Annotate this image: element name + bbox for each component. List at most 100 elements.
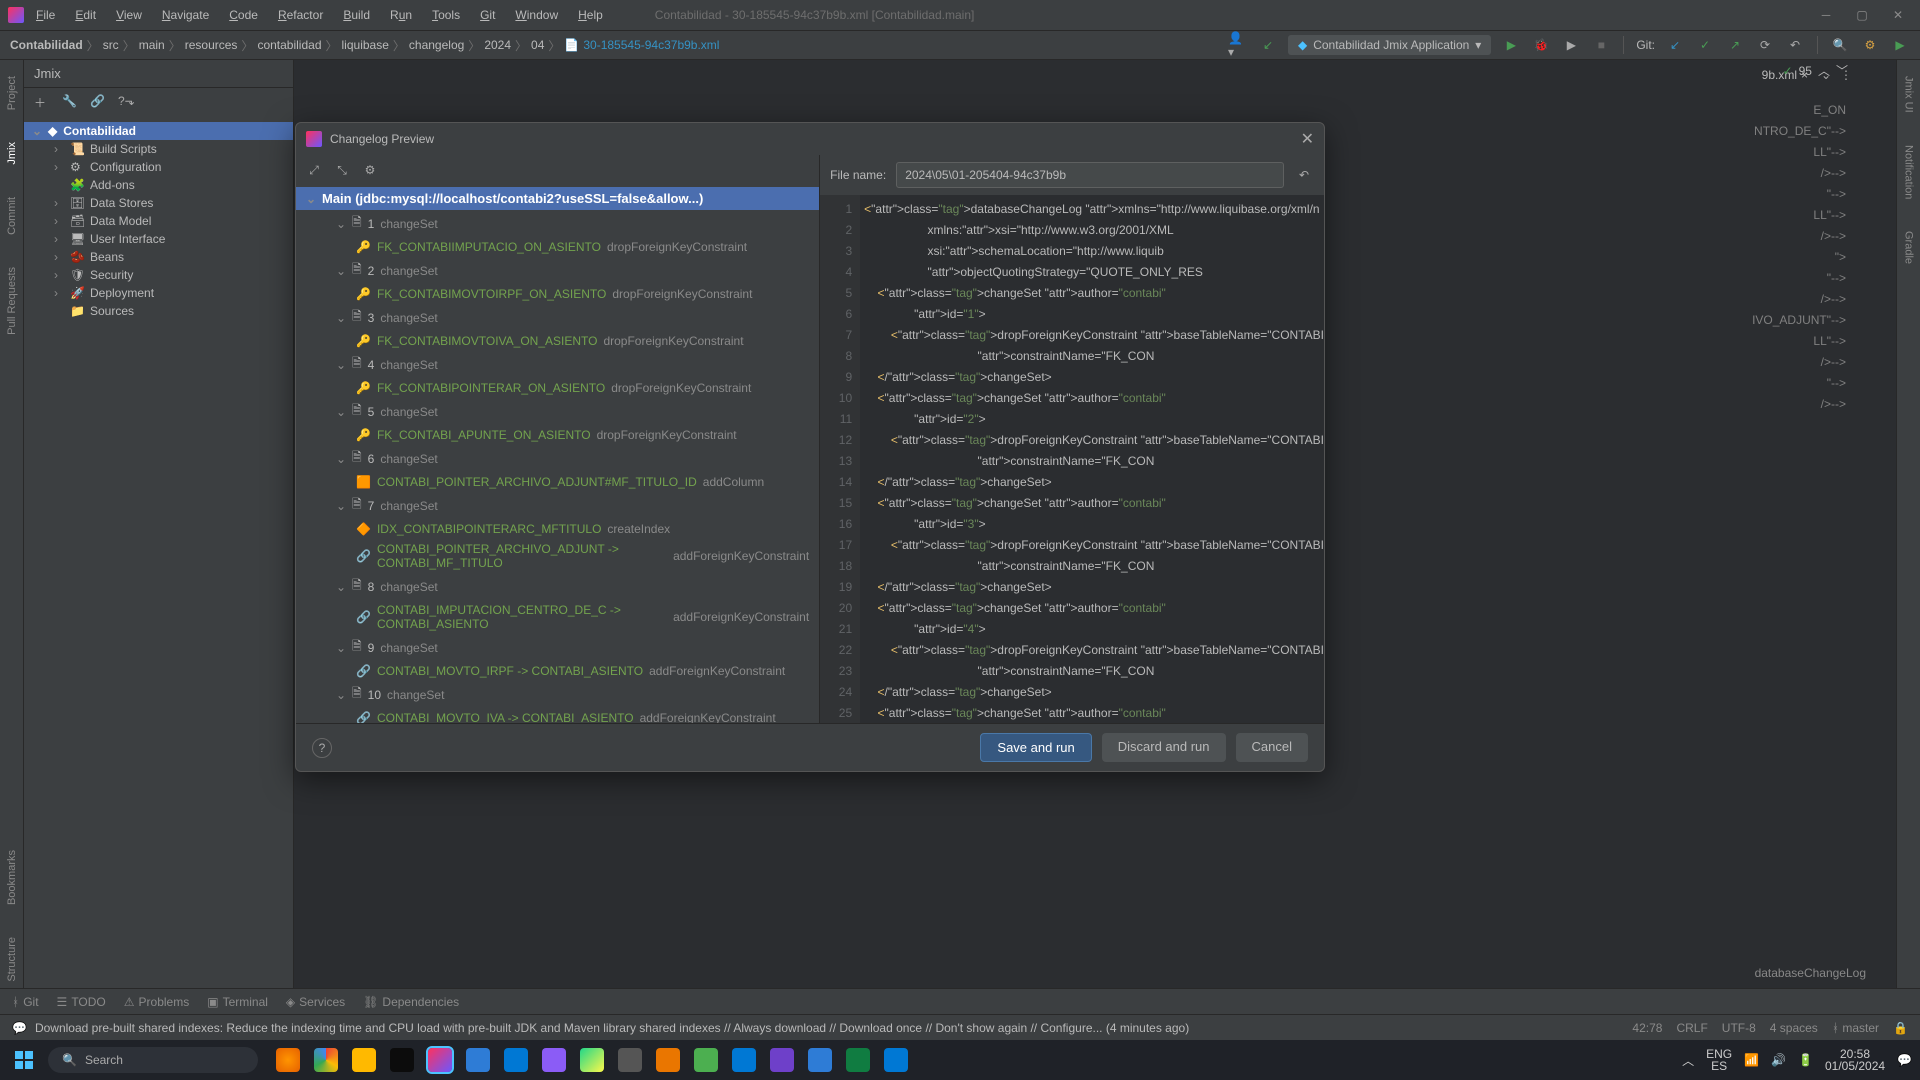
breadcrumb[interactable]: Contabilidad〉 src〉 main〉 resources〉 cont…: [10, 37, 719, 54]
cancel-button[interactable]: Cancel: [1236, 733, 1308, 762]
app-icon[interactable]: [808, 1048, 832, 1072]
add-icon[interactable]: ＋: [34, 94, 52, 112]
status-message[interactable]: Download pre-built shared indexes: Reduc…: [35, 1021, 1189, 1035]
rollback-icon[interactable]: ↶: [1785, 35, 1805, 55]
minimize-icon[interactable]: ─: [1812, 5, 1840, 25]
changeset-child[interactable]: 🔗 CONTABI_IMPUTACION_CENTRO_DE_C -> CONT…: [296, 600, 819, 634]
menu-view[interactable]: View: [108, 4, 150, 26]
filename-input[interactable]: [896, 162, 1284, 188]
chevron-down-icon[interactable]: ﹀: [1836, 62, 1848, 79]
jmix-run-icon[interactable]: ▶: [1890, 35, 1910, 55]
volume-icon[interactable]: 🔊: [1771, 1053, 1786, 1067]
explorer-icon[interactable]: [352, 1048, 376, 1072]
tree-node[interactable]: ›🚀Deployment: [24, 284, 293, 302]
tab-todo[interactable]: ☰TODO: [57, 995, 106, 1009]
gutter-commit[interactable]: Commit: [6, 191, 18, 241]
gutter-pull-requests[interactable]: Pull Requests: [6, 261, 18, 341]
tree-node[interactable]: 🧩Add-ons: [24, 176, 293, 194]
collapse-icon[interactable]: ⤡: [332, 160, 352, 180]
menu-run[interactable]: Run: [382, 4, 420, 26]
changeset-child[interactable]: 🔑 FK_CONTABIIMPUTACIO_ON_ASIENTO dropFor…: [296, 237, 819, 257]
changeset-child[interactable]: 🟧 CONTABI_POINTER_ARCHIVO_ADJUNT#MF_TITU…: [296, 472, 819, 492]
maximize-icon[interactable]: ▢: [1848, 5, 1876, 25]
menu-refactor[interactable]: Refactor: [270, 4, 331, 26]
vscode-icon[interactable]: [732, 1048, 756, 1072]
tree-node[interactable]: ›⚙Configuration: [24, 158, 293, 176]
cs-main[interactable]: ⌄Main (jdbc:mysql://localhost/contabi2?u…: [296, 187, 819, 210]
search-icon[interactable]: 🔍: [1830, 35, 1850, 55]
tree-node[interactable]: ›🖥User Interface: [24, 230, 293, 248]
app-icon[interactable]: [504, 1048, 528, 1072]
start-button[interactable]: [8, 1044, 40, 1076]
menu-navigate[interactable]: Navigate: [154, 4, 217, 26]
gutter-jmix-ui[interactable]: Jmix UI: [1903, 70, 1915, 119]
encoding[interactable]: UTF-8: [1722, 1021, 1756, 1035]
calculator-icon[interactable]: [884, 1048, 908, 1072]
user-icon[interactable]: 👤▾: [1228, 35, 1248, 55]
changeset-node[interactable]: ⌄🗎 8 changeSet: [296, 573, 819, 600]
tab-terminal[interactable]: ▣Terminal: [207, 995, 268, 1009]
changeset-node[interactable]: ⌄🗎 6 changeSet: [296, 445, 819, 472]
tab-problems[interactable]: ⚠Problems: [124, 995, 189, 1009]
line-ending[interactable]: CRLF: [1676, 1021, 1707, 1035]
changeset-node[interactable]: ⌄🗎 9 changeSet: [296, 634, 819, 661]
changeset-node[interactable]: ⌄🗎 10 changeSet: [296, 681, 819, 708]
battery-icon[interactable]: 🔋: [1798, 1053, 1813, 1067]
menu-code[interactable]: Code: [221, 4, 266, 26]
app-icon[interactable]: [466, 1048, 490, 1072]
indent[interactable]: 4 spaces: [1770, 1021, 1818, 1035]
help-icon[interactable]: ?: [312, 738, 332, 758]
link-icon[interactable]: 🔗: [90, 94, 108, 112]
changeset-child[interactable]: 🔑 FK_CONTABIMOVTOIVA_ON_ASIENTO dropFore…: [296, 331, 819, 351]
gutter-gradle[interactable]: Gradle: [1903, 225, 1915, 270]
menu-build[interactable]: Build: [335, 4, 378, 26]
changeset-node[interactable]: ⌄🗎 7 changeSet: [296, 492, 819, 519]
changeset-child[interactable]: 🔑 FK_CONTABIMOVTOIRPF_ON_ASIENTO dropFor…: [296, 284, 819, 304]
menu-help[interactable]: Help: [570, 4, 611, 26]
coverage-icon[interactable]: ▶: [1561, 35, 1581, 55]
changeset-child[interactable]: 🔗 CONTABI_MOVTO_IVA -> CONTABI_ASIENTO a…: [296, 708, 819, 723]
crumb[interactable]: 2024: [484, 38, 511, 52]
tree-node[interactable]: ›🗃Data Model: [24, 212, 293, 230]
gear-icon[interactable]: ⚙: [360, 160, 380, 180]
tree-node[interactable]: ›🛡Security: [24, 266, 293, 284]
save-and-run-button[interactable]: Save and run: [980, 733, 1091, 762]
inspection-widget[interactable]: ✓ 95 ︿ ﹀: [1783, 62, 1848, 79]
discard-and-run-button[interactable]: Discard and run: [1102, 733, 1226, 762]
cursor-position[interactable]: 42:78: [1632, 1021, 1662, 1035]
commit-icon[interactable]: ✓: [1695, 35, 1715, 55]
crumb[interactable]: resources: [185, 38, 238, 52]
excel-icon[interactable]: [846, 1048, 870, 1072]
close-icon[interactable]: ✕: [1884, 5, 1912, 25]
changeset-tree[interactable]: ⌄Main (jdbc:mysql://localhost/contabi2?u…: [296, 185, 819, 723]
tree-node[interactable]: 📁Sources: [24, 302, 293, 320]
changeset-child[interactable]: 🔗 CONTABI_MOVTO_IRPF -> CONTABI_ASIENTO …: [296, 661, 819, 681]
crumb[interactable]: liquibase: [342, 38, 389, 52]
debug-icon[interactable]: 🐞: [1531, 35, 1551, 55]
app-icon[interactable]: [542, 1048, 566, 1072]
app-icon[interactable]: [618, 1048, 642, 1072]
chevron-up-icon[interactable]: ︿: [1818, 62, 1830, 79]
tree-root[interactable]: ⌄ ◆ Contabilidad: [24, 122, 293, 140]
branch-indicator[interactable]: ᚼ master: [1832, 1021, 1879, 1035]
changeset-child[interactable]: 🔶 IDX_CONTABIPOINTERARC_MFTITULO createI…: [296, 519, 819, 539]
changeset-node[interactable]: ⌄🗎 1 changeSet: [296, 210, 819, 237]
menu-window[interactable]: Window: [507, 4, 566, 26]
changeset-child[interactable]: 🔑 FK_CONTABIPOINTERAR_ON_ASIENTO dropFor…: [296, 378, 819, 398]
tray-chevron-icon[interactable]: ︿: [1682, 1052, 1694, 1069]
chrome-icon[interactable]: [314, 1048, 338, 1072]
nav-path[interactable]: databaseChangeLog: [1755, 966, 1866, 980]
menu-git[interactable]: Git: [472, 4, 503, 26]
run-configuration-selector[interactable]: ◆ Contabilidad Jmix Application ▾: [1288, 35, 1491, 55]
wrench-icon[interactable]: 🔧: [62, 94, 80, 112]
wifi-icon[interactable]: 📶: [1744, 1053, 1759, 1067]
crumb-project[interactable]: Contabilidad: [10, 38, 83, 52]
tree-node[interactable]: ›📜Build Scripts: [24, 140, 293, 158]
tree-node[interactable]: ›🗄Data Stores: [24, 194, 293, 212]
gutter-jmix[interactable]: Jmix: [6, 136, 18, 171]
build-icon[interactable]: ↙: [1258, 35, 1278, 55]
revert-icon[interactable]: ↶: [1294, 165, 1314, 185]
changeset-child[interactable]: 🔗 CONTABI_POINTER_ARCHIVO_ADJUNT -> CONT…: [296, 539, 819, 573]
push-icon[interactable]: ↗: [1725, 35, 1745, 55]
gutter-structure[interactable]: Structure: [6, 931, 18, 988]
